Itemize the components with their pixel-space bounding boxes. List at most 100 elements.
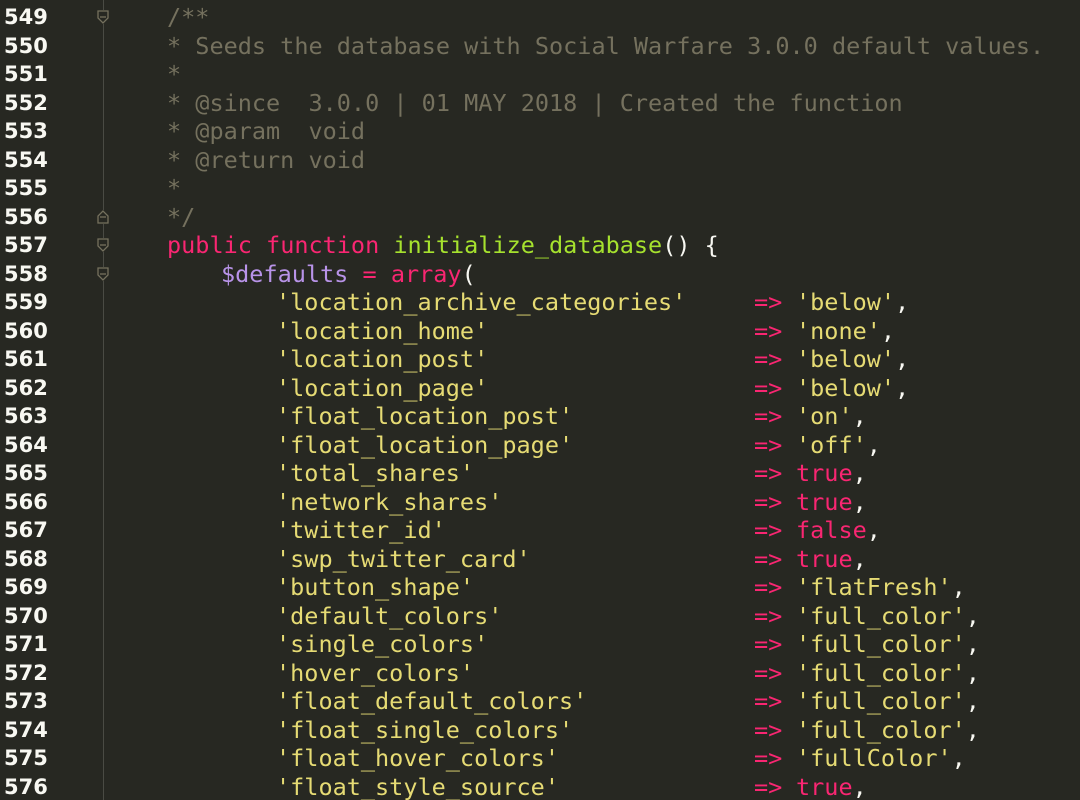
array-entry-line[interactable]: 569 'button_shape' => 'flatFresh', bbox=[0, 573, 1080, 602]
code-line[interactable]: 552 * @since 3.0.0 | 01 MAY 2018 | Create… bbox=[0, 89, 1080, 118]
line-number: 575 bbox=[4, 746, 48, 770]
line-number: 554 bbox=[4, 147, 48, 172]
doc-comment: * @return void bbox=[167, 145, 366, 174]
array-key: 'network_shares' bbox=[276, 487, 503, 516]
comma: , bbox=[895, 288, 910, 316]
array-value: 'full_color', bbox=[796, 659, 980, 688]
array-entry-line[interactable]: 570 'default_colors' => 'full_color', bbox=[0, 602, 1080, 631]
line-number: 550 bbox=[4, 33, 48, 58]
array-entry-line[interactable]: 559 'location_archive_categories' => 'below… bbox=[0, 288, 1080, 317]
array-key: 'default_colors' bbox=[276, 601, 503, 630]
fold-end-icon[interactable] bbox=[96, 209, 110, 224]
comma: , bbox=[965, 601, 980, 630]
code-line[interactable]: 549 /** bbox=[0, 3, 1080, 32]
array-entry-line[interactable]: 564 'float_location_page' => 'off', bbox=[0, 431, 1080, 460]
comma: , bbox=[895, 345, 910, 373]
line-number: 574 bbox=[4, 717, 48, 742]
code-line[interactable]: 554 * @return void bbox=[0, 146, 1080, 175]
array-entry-line[interactable]: 560 'location_home' => 'none', bbox=[0, 317, 1080, 346]
double-arrow-operator: => bbox=[754, 744, 783, 772]
line-number: 555 bbox=[4, 176, 48, 200]
code-line[interactable]: 557 public function initialize_database()… bbox=[0, 231, 1080, 260]
array-value: true, bbox=[796, 773, 867, 800]
double-arrow-operator: => bbox=[754, 373, 783, 402]
array-entry-line[interactable]: 568 'swp_twitter_card' => true, bbox=[0, 545, 1080, 574]
value-literal: 'off' bbox=[796, 430, 867, 459]
doc-comment: * bbox=[167, 174, 182, 202]
code-content: public function initialize_database() { bbox=[167, 231, 719, 260]
value-literal: 'full_color' bbox=[796, 601, 966, 630]
array-key: 'location_page' bbox=[276, 373, 489, 402]
array-key: 'location_archive_categories' bbox=[276, 288, 687, 316]
line-number: 572 bbox=[4, 660, 48, 685]
array-entry-line[interactable]: 576 'float_style_source' => true, bbox=[0, 773, 1080, 800]
array-value: 'full_color', bbox=[796, 716, 980, 745]
double-arrow-operator: => bbox=[754, 459, 783, 487]
value-literal: 'full_color' bbox=[796, 630, 966, 658]
double-arrow-operator: => bbox=[754, 402, 783, 430]
fold-toggle-icon[interactable] bbox=[96, 10, 110, 24]
line-number: 561 bbox=[4, 347, 48, 371]
value-literal: true bbox=[796, 487, 853, 516]
line-number: 573 bbox=[4, 689, 48, 713]
doc-comment: * @since 3.0.0 | 01 MAY 2018 | Created t… bbox=[167, 88, 903, 117]
array-key: 'single_colors' bbox=[276, 630, 489, 658]
array-key: 'float_single_colors' bbox=[276, 715, 574, 744]
comma: , bbox=[880, 316, 896, 345]
array-value: 'fullColor', bbox=[796, 744, 966, 773]
array-entry-line[interactable]: 563 'float_location_post' => 'on', bbox=[0, 402, 1080, 431]
double-arrow-operator: => bbox=[754, 430, 783, 459]
array-entry-line[interactable]: 566 'network_shares' => true, bbox=[0, 488, 1080, 517]
fold-toggle-icon[interactable] bbox=[96, 238, 110, 252]
double-arrow-operator: => bbox=[754, 288, 783, 316]
double-arrow-operator: => bbox=[754, 345, 783, 373]
comma: , bbox=[852, 487, 867, 516]
fold-toggle-icon[interactable] bbox=[96, 266, 110, 281]
line-number: 560 bbox=[4, 318, 48, 343]
comma: , bbox=[852, 402, 867, 430]
comma: , bbox=[852, 459, 867, 487]
value-literal: 'below' bbox=[796, 373, 896, 402]
array-value: 'below', bbox=[796, 288, 909, 317]
doc-comment: */ bbox=[167, 202, 196, 231]
line-number: 557 bbox=[4, 233, 48, 257]
array-key: 'location_home' bbox=[276, 316, 489, 345]
doc-comment: /** bbox=[167, 3, 210, 31]
array-value: 'below', bbox=[796, 374, 909, 403]
array-entry-line[interactable]: 571 'single_colors' => 'full_color', bbox=[0, 630, 1080, 659]
double-arrow-operator: => bbox=[754, 544, 783, 573]
array-key: 'float_location_page' bbox=[276, 430, 574, 459]
keyword-public: public bbox=[167, 231, 252, 259]
value-literal: true bbox=[796, 772, 853, 800]
code-line[interactable]: 558 $defaults = array( bbox=[0, 260, 1080, 289]
code-line[interactable]: 556 */ bbox=[0, 203, 1080, 232]
array-value: 'full_color', bbox=[796, 687, 980, 716]
array-key: 'float_style_source' bbox=[276, 772, 559, 800]
array-entry-line[interactable]: 567 'twitter_id' => false, bbox=[0, 516, 1080, 545]
line-number: 551 bbox=[4, 62, 48, 86]
value-literal: 'below' bbox=[796, 288, 896, 316]
comma: , bbox=[965, 658, 980, 687]
line-number: 559 bbox=[4, 290, 48, 314]
line-number: 564 bbox=[4, 432, 48, 457]
code-editor[interactable]: 549 /** 550 * Seeds the database with Socia… bbox=[0, 0, 1080, 800]
code-line[interactable]: 550 * Seeds the database with Social Warf… bbox=[0, 32, 1080, 61]
array-entry-line[interactable]: 572 'hover_colors' => 'full_color', bbox=[0, 659, 1080, 688]
value-literal: true bbox=[796, 459, 853, 487]
array-entry-line[interactable]: 573 'float_default_colors' => 'full_color', bbox=[0, 687, 1080, 716]
array-entry-line[interactable]: 575 'float_hover_colors' => 'fullColor', bbox=[0, 744, 1080, 773]
array-entry-line[interactable]: 565 'total_shares' => true, bbox=[0, 459, 1080, 488]
array-entry-line[interactable]: 574 'float_single_colors' => 'full_color', bbox=[0, 716, 1080, 745]
array-key: 'float_default_colors' bbox=[276, 687, 588, 715]
code-line[interactable]: 555 * bbox=[0, 174, 1080, 203]
variable-defaults: $defaults bbox=[221, 259, 349, 288]
array-value: 'none', bbox=[796, 317, 895, 346]
line-number: 567 bbox=[4, 518, 48, 542]
value-literal: 'full_color' bbox=[796, 687, 966, 715]
double-arrow-operator: => bbox=[754, 487, 783, 516]
array-entry-line[interactable]: 561 'location_post' => 'below', bbox=[0, 345, 1080, 374]
code-line[interactable]: 551 * bbox=[0, 60, 1080, 89]
array-entry-line[interactable]: 562 'location_page' => 'below', bbox=[0, 374, 1080, 403]
code-line[interactable]: 553 * @param void bbox=[0, 117, 1080, 146]
double-arrow-operator: => bbox=[754, 601, 783, 630]
